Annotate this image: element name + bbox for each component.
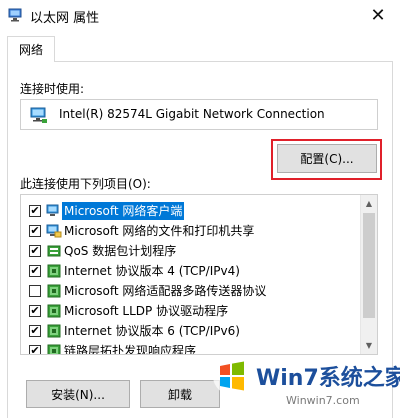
item-checkbox[interactable]: ✔ (29, 325, 41, 337)
network-adapter-icon (30, 107, 47, 123)
adapter-box: Intel(R) 82574L Gigabit Network Connecti… (20, 99, 378, 130)
scroll-thumb[interactable] (363, 213, 375, 318)
list-item[interactable]: ✔ Microsoft 网络客户端 (21, 201, 361, 221)
title-bar: 以太网 属性 ✕ (0, 0, 400, 30)
network-client-icon (46, 204, 59, 216)
uninstall-label: 卸载 (167, 387, 192, 402)
item-label: QoS 数据包计划程序 (64, 244, 177, 258)
item-label: Microsoft 网络客户端 (62, 202, 185, 220)
scroll-up-icon[interactable]: ▲ (361, 195, 377, 212)
protocol-icon (47, 344, 61, 354)
list-item[interactable]: ✔ Microsoft LLDP 协议驱动程序 (21, 301, 361, 321)
item-label: Internet 协议版本 6 (TCP/IPv6) (64, 324, 240, 338)
close-button[interactable]: ✕ (356, 0, 400, 30)
tab-label: 网络 (18, 43, 43, 57)
close-icon: ✕ (370, 4, 386, 26)
protocol-icon (47, 284, 61, 298)
item-label: Internet 协议版本 4 (TCP/IPv4) (64, 264, 240, 278)
adapter-name: Intel(R) 82574L Gigabit Network Connecti… (59, 107, 325, 121)
items-label: 此连接使用下列项目(O): (20, 177, 151, 191)
configure-label: 配置(C)... (300, 152, 354, 166)
item-checkbox[interactable]: ✔ (29, 245, 41, 257)
configure-button[interactable]: 配置(C)... (277, 144, 377, 173)
install-button[interactable]: 安装(N)... (26, 380, 130, 408)
scrollbar[interactable]: ▲ ▼ (360, 195, 377, 354)
tab-network[interactable]: 网络 (7, 36, 55, 62)
item-checkbox[interactable]: ✔ (29, 265, 41, 277)
tab-strip: 网络 (0, 30, 400, 62)
item-checkbox[interactable]: ✔ (29, 205, 41, 217)
item-label: Microsoft 网络适配器多路传送器协议 (64, 284, 267, 298)
list-item[interactable]: ✔ Microsoft 网络的文件和打印机共享 (21, 221, 361, 241)
protocol-icon (47, 324, 61, 338)
qos-icon (47, 245, 61, 257)
watermark-url: Winwin7.com (286, 394, 360, 407)
file-share-icon (46, 224, 62, 238)
windows-logo-icon (213, 357, 251, 395)
item-checkbox[interactable]: ✔ (29, 305, 41, 317)
list-item[interactable]: Microsoft 网络适配器多路传送器协议 (21, 281, 361, 301)
list-item[interactable]: ✔ QoS 数据包计划程序 (21, 241, 361, 261)
item-label: 链路层拓扑发现响应程序 (64, 344, 197, 355)
list-item[interactable]: ✔ Internet 协议版本 4 (TCP/IPv4) (21, 261, 361, 281)
items-list: ✔ Microsoft 网络客户端 ✔ Microsoft 网络的文件和打印机共享 ✔ Q… (20, 194, 378, 355)
install-label: 安装(N)... (51, 387, 105, 402)
window-title: 以太网 属性 (30, 11, 100, 26)
uninstall-button[interactable]: 卸载 (140, 380, 220, 408)
watermark-brand: Win7系统之家 (256, 366, 400, 391)
item-checkbox[interactable]: ✔ (29, 345, 41, 354)
watermark: Win7系统之家 Winwin7.com (212, 352, 400, 418)
item-checkbox[interactable] (29, 285, 41, 297)
item-label: Microsoft LLDP 协议驱动程序 (64, 304, 229, 318)
protocol-icon (47, 264, 61, 278)
list-item[interactable]: ✔ Internet 协议版本 6 (TCP/IPv6) (21, 321, 361, 341)
network-adapter-icon (8, 8, 22, 22)
protocol-icon (47, 304, 61, 318)
item-label: Microsoft 网络的文件和打印机共享 (64, 224, 255, 238)
connect-using-label: 连接时使用: (20, 82, 85, 96)
item-checkbox[interactable]: ✔ (29, 225, 41, 237)
